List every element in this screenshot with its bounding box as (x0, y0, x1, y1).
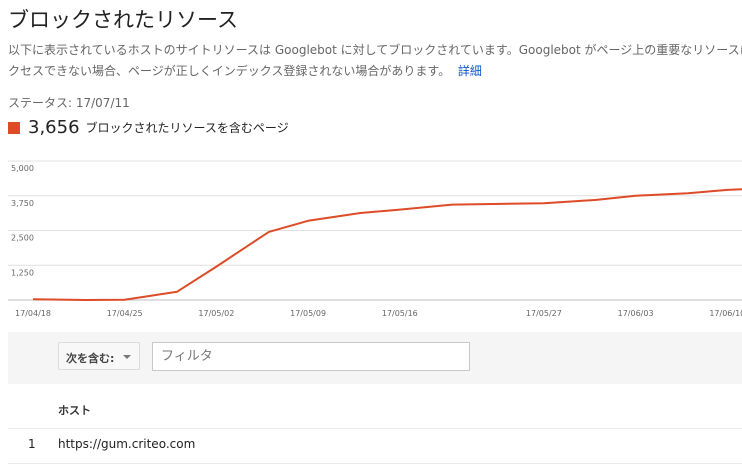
x-tick-label: 17/05/02 (198, 309, 234, 318)
y-tick-label: 5,000 (11, 164, 34, 173)
x-tick-label: 17/04/18 (15, 309, 51, 318)
page-description: 以下に表示されているホストのサイトリソースは Googlebot に対してブロッ… (8, 40, 742, 82)
x-tick-label: 17/06/10 (709, 309, 742, 318)
x-tick-label: 17/06/03 (618, 309, 654, 318)
metric-legend: 3,656 ブロックされたリソースを含むページ (8, 117, 289, 138)
filter-input[interactable] (152, 342, 470, 371)
row-host-link[interactable]: https://gum.criteo.com (58, 437, 195, 451)
filter-mode-label: 次を含む: (66, 352, 115, 365)
description-text: 以下に表示されているホストのサイトリソースは Googlebot に対してブロッ… (8, 43, 742, 78)
hosts-table: ホスト 1 https://gum.criteo.com (8, 390, 742, 464)
x-tick-label: 17/05/16 (382, 309, 418, 318)
table-header: ホスト (8, 390, 742, 429)
x-tick-label: 17/05/27 (526, 309, 562, 318)
y-tick-label: 3,750 (11, 199, 34, 208)
chevron-down-icon (123, 355, 131, 359)
column-header-host: ホスト (58, 404, 91, 417)
status-date: ステータス: 17/07/11 (8, 96, 130, 110)
legend-swatch (8, 121, 20, 134)
table-row[interactable]: 1 https://gum.criteo.com (8, 429, 742, 464)
blocked-resources-chart: 1,250 2,500 3,750 5,000 17/04/18 17/04/25 17/0… (8, 160, 742, 318)
filter-bar: 次を含む: (8, 332, 742, 384)
y-tick-label: 1,250 (11, 268, 34, 277)
row-number: 1 (28, 437, 36, 451)
y-tick-label: 2,500 (11, 234, 34, 243)
metric-label: ブロックされたリソースを含むページ (85, 121, 289, 135)
x-tick-label: 17/04/25 (107, 309, 143, 318)
page-title: ブロックされたリソース (8, 8, 238, 32)
metric-value: 3,656 (28, 117, 80, 138)
x-tick-label: 17/05/09 (290, 309, 326, 318)
filter-mode-select[interactable]: 次を含む: (58, 342, 140, 370)
series-line (32, 188, 742, 301)
details-link[interactable]: 詳細 (458, 64, 482, 78)
